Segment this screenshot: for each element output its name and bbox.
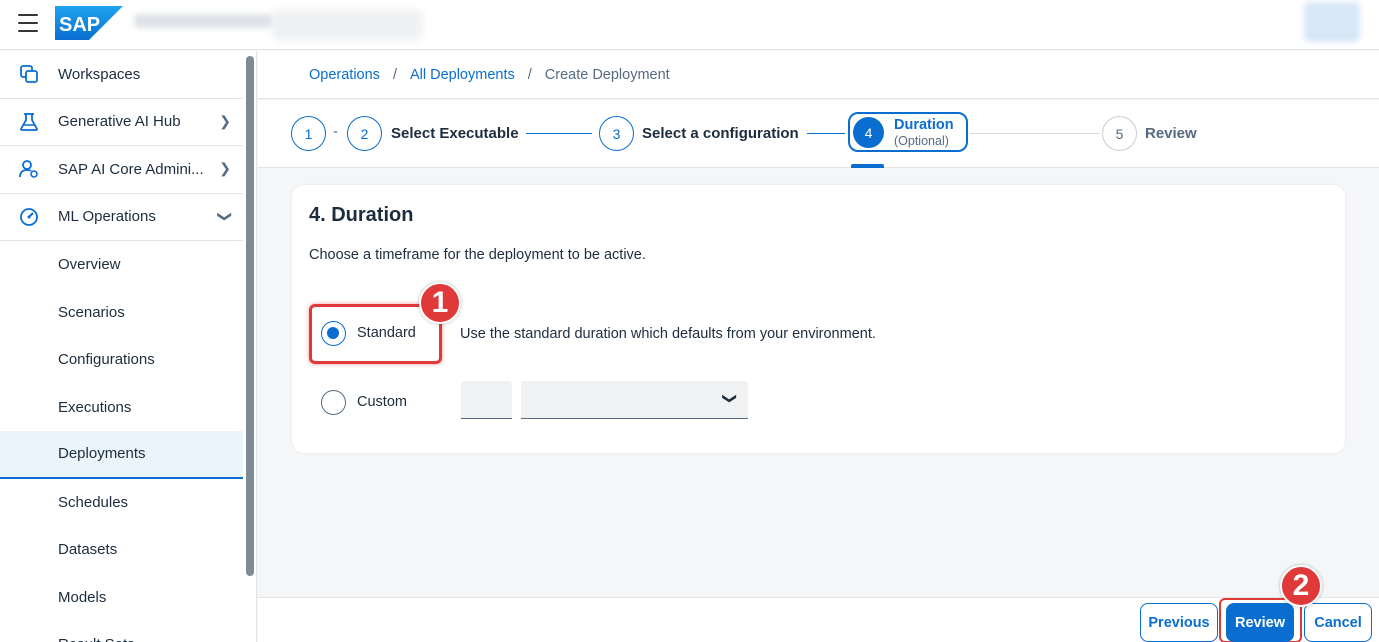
sidebar-item-generative-ai-hub[interactable]: Generative AI Hub ❯: [0, 99, 243, 146]
wizard-step-1[interactable]: 1: [291, 116, 326, 151]
user-settings-icon: [18, 158, 40, 180]
wizard-connector: [970, 133, 1100, 134]
wizard-progress: 1 - 2 Select Executable 3 Select a confi…: [258, 100, 1379, 168]
wizard-connector: [807, 133, 845, 134]
breadcrumb-all-deployments[interactable]: All Deployments: [410, 67, 515, 83]
main-content: Operations / All Deployments / Create De…: [258, 51, 1379, 642]
shell-bar: SAP: [0, 0, 1379, 50]
wizard-connector: [526, 133, 592, 134]
sidebar: Workspaces Generative AI Hub ❯ SAP AI Co…: [0, 51, 243, 642]
sap-logo: SAP: [55, 6, 123, 40]
sidebar-subitem-scenarios[interactable]: Scenarios: [0, 289, 243, 337]
previous-button[interactable]: Previous: [1140, 603, 1218, 642]
sidebar-item-label: Generative AI Hub: [58, 113, 181, 131]
breadcrumb-current: Create Deployment: [544, 66, 670, 83]
wizard-step-4-active[interactable]: 4 Duration (Optional): [848, 112, 968, 152]
annotation-badge-2: 2: [1280, 565, 1322, 607]
sidebar-subitem-executions[interactable]: Executions: [0, 384, 243, 432]
sidebar-subitem-configurations[interactable]: Configurations: [0, 336, 243, 384]
breadcrumb-separator: /: [527, 66, 532, 83]
radio-standard-label[interactable]: Standard: [357, 325, 416, 341]
radio-standard[interactable]: [321, 321, 346, 346]
flask-icon: [18, 111, 40, 133]
sidebar-subitem-models[interactable]: Models: [0, 574, 243, 622]
active-step-indicator: [851, 164, 884, 168]
wizard-step-4-number: 4: [853, 117, 884, 148]
section-description: Choose a timeframe for the deployment to…: [309, 247, 646, 263]
app-title-blurred: [134, 14, 274, 28]
wizard-step-4-label: Duration: [894, 117, 954, 133]
review-button[interactable]: Review: [1226, 603, 1294, 642]
sidebar-item-label: Workspaces: [58, 65, 141, 83]
sidebar-subitem-datasets[interactable]: Datasets: [0, 526, 243, 574]
custom-duration-input[interactable]: [461, 381, 512, 419]
sidebar-scrollbar-thumb[interactable]: [246, 56, 254, 576]
sidebar-item-ml-operations[interactable]: ML Operations ❯: [0, 194, 243, 241]
sidebar-item-ai-core-admin[interactable]: SAP AI Core Admini... ❯: [0, 146, 243, 194]
footer-toolbar: Previous Review Cancel: [258, 597, 1379, 642]
radio-custom-label[interactable]: Custom: [357, 394, 407, 410]
radio-custom[interactable]: [321, 390, 346, 415]
section-title: 4. Duration: [309, 204, 414, 226]
breadcrumb-separator: /: [392, 66, 397, 83]
sidebar-subitem-deployments[interactable]: Deployments: [0, 431, 243, 479]
sidebar-item-label: ML Operations: [58, 208, 156, 226]
sidebar-item-workspaces[interactable]: Workspaces: [0, 51, 243, 99]
chevron-right-icon: ❯: [219, 160, 231, 176]
wizard-step-2-label[interactable]: Select Executable: [391, 125, 519, 142]
wizard-step-5-label[interactable]: Review: [1145, 125, 1197, 142]
cancel-button[interactable]: Cancel: [1304, 603, 1372, 642]
sidebar-subitem-result-sets[interactable]: Result Sets: [0, 621, 243, 642]
search-area-blurred: [272, 10, 422, 40]
sidebar-subitem-overview[interactable]: Overview: [0, 241, 243, 289]
wizard-step-3-label[interactable]: Select a configuration: [642, 125, 799, 142]
breadcrumb-operations[interactable]: Operations: [309, 67, 380, 83]
hamburger-icon[interactable]: [18, 14, 38, 32]
breadcrumb: Operations / All Deployments / Create De…: [258, 51, 1379, 99]
wizard-step-3[interactable]: 3: [599, 116, 634, 151]
wizard-step-4-sublabel: (Optional): [894, 134, 949, 148]
chevron-down-icon: ❯: [722, 392, 739, 405]
svg-text:SAP: SAP: [59, 14, 100, 36]
workspaces-icon: [18, 63, 40, 85]
chevron-down-icon: ❯: [217, 210, 234, 222]
avatar[interactable]: [1304, 2, 1360, 42]
chevron-right-icon: ❯: [219, 112, 231, 129]
sidebar-item-label: SAP AI Core Admini...: [58, 160, 204, 178]
wizard-step-5[interactable]: 5: [1102, 116, 1137, 151]
annotation-badge-1: 1: [419, 282, 461, 324]
gauge-icon: [18, 206, 40, 228]
wizard-dash: -: [333, 123, 338, 140]
wizard-step-2[interactable]: 2: [347, 116, 382, 151]
standard-description: Use the standard duration which defaults…: [460, 326, 876, 342]
custom-duration-unit-select[interactable]: ❯: [521, 381, 748, 419]
sidebar-subitem-schedules[interactable]: Schedules: [0, 479, 243, 527]
